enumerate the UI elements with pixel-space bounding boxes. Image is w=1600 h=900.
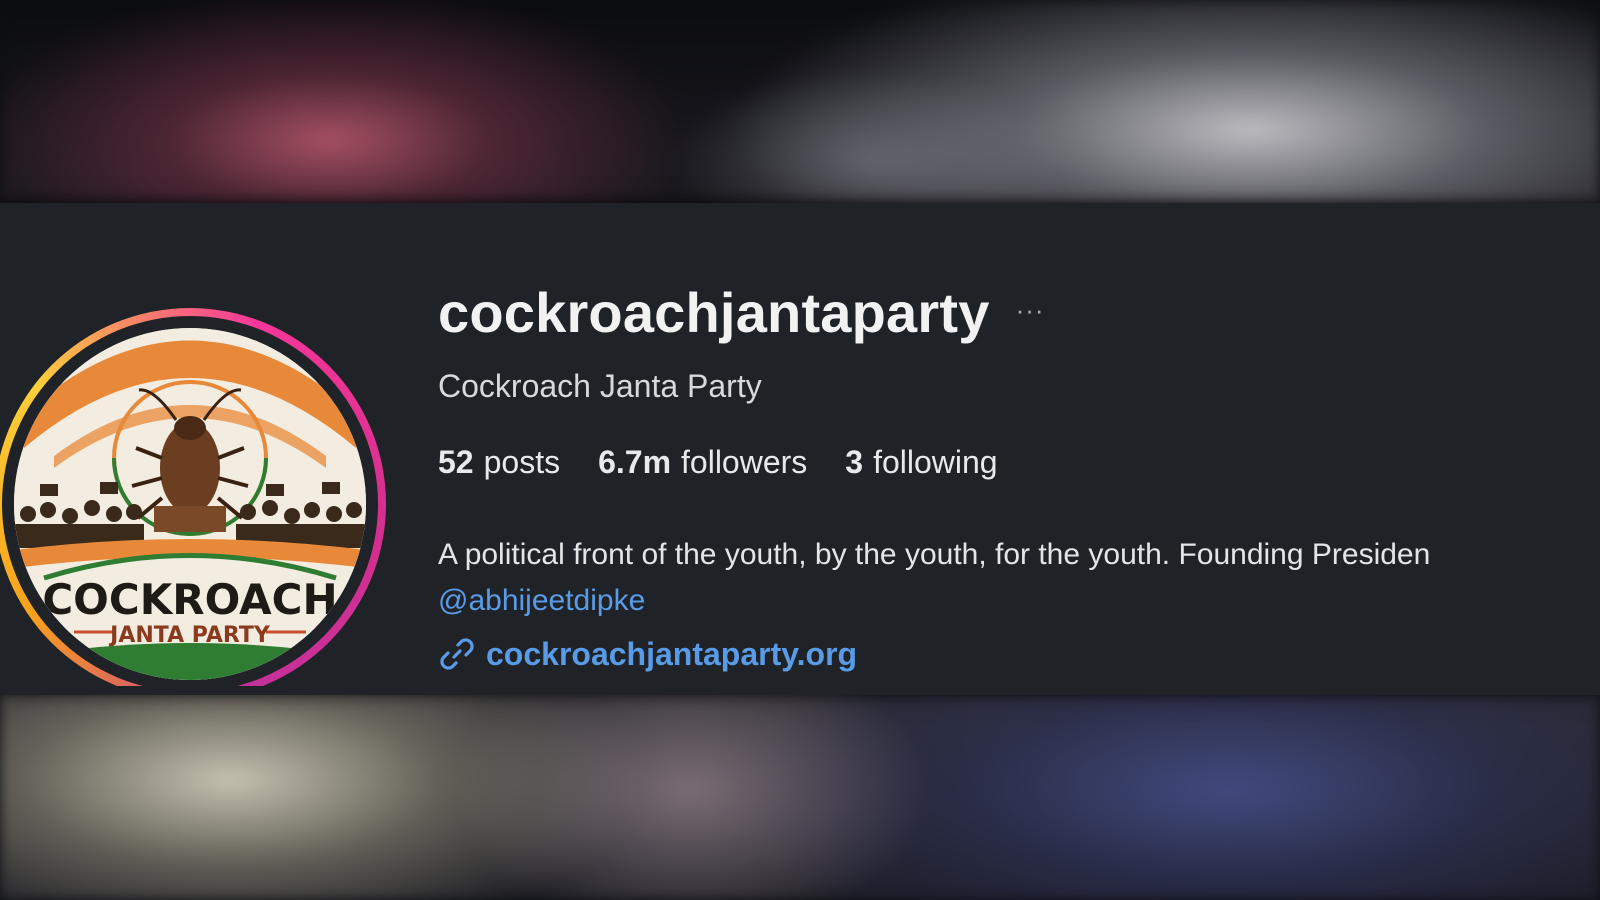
stat-posts[interactable]: 52 posts <box>438 446 560 478</box>
stat-followers-count: 6.7m <box>598 444 672 480</box>
profile-stats: 52 posts 6.7m followers 3 following <box>438 446 998 478</box>
blurred-background-bottom <box>0 690 1600 900</box>
link-icon <box>440 638 474 670</box>
website-link[interactable]: cockroachjantaparty.org <box>438 635 857 673</box>
stat-following[interactable]: 3 following <box>845 446 997 478</box>
username-row: cockroachjantaparty ··· <box>438 285 1045 341</box>
ellipsis-icon[interactable]: ··· <box>1016 295 1045 326</box>
stat-followers-label: followers <box>681 444 808 480</box>
stat-posts-label: posts <box>483 444 561 480</box>
stat-following-count: 3 <box>845 444 864 480</box>
stat-following-label: following <box>873 444 998 480</box>
profile-username: cockroachjantaparty <box>438 281 990 344</box>
party-logo: COCKROACH JANTA PARTY <box>14 328 366 680</box>
stat-followers[interactable]: 6.7m followers <box>598 446 807 478</box>
profile-bio: A political front of the youth, by the y… <box>438 540 1431 570</box>
screenshot-stage: COCKROACH JANTA PARTY cockroachjantapart… <box>0 0 1600 900</box>
logo-text-main: COCKROACH <box>42 575 337 624</box>
blurred-background-top <box>0 0 1600 205</box>
stat-posts-count: 52 <box>438 444 474 480</box>
profile-avatar: COCKROACH JANTA PARTY <box>14 328 366 680</box>
story-ring[interactable]: COCKROACH JANTA PARTY <box>0 308 386 686</box>
bio-mention-link[interactable]: @abhijeetdipke <box>438 586 645 616</box>
profile-display-name: Cockroach Janta Party <box>438 368 762 404</box>
website-url: cockroachjantaparty.org <box>486 636 858 672</box>
